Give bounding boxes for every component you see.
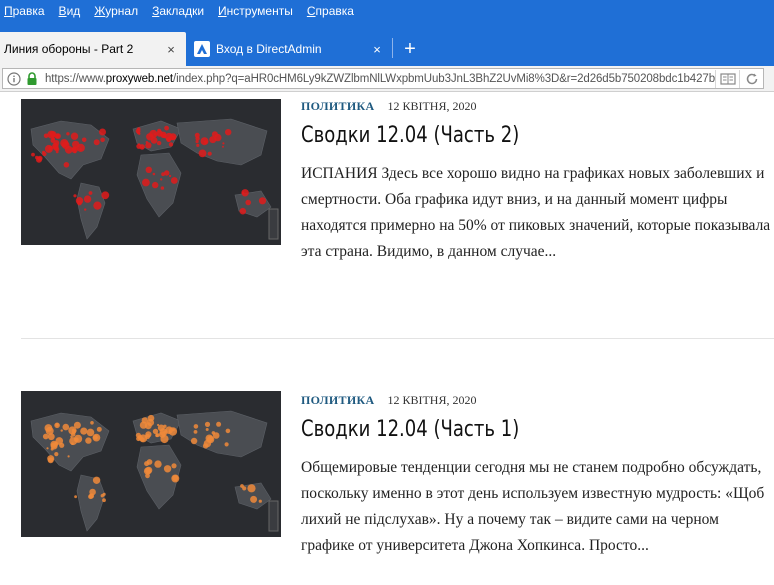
tab-separator bbox=[392, 38, 393, 58]
article-thumbnail-map[interactable] bbox=[21, 99, 281, 245]
article-excerpt: Общемировые тенденции сегодня мы не стан… bbox=[301, 459, 765, 554]
article-divider bbox=[21, 338, 774, 339]
menu-edit[interactable]: Правка bbox=[4, 4, 45, 18]
menu-view[interactable]: Вид bbox=[59, 4, 81, 18]
article-meta: ПОЛИТИКА 12 КВІТНЯ, 2020 bbox=[301, 393, 476, 408]
directadmin-favicon-icon bbox=[194, 41, 210, 57]
article-meta: ПОЛИТИКА 12 КВІТНЯ, 2020 bbox=[301, 99, 476, 114]
page-content: ПОЛИТИКА 12 КВІТНЯ, 2020 Сводки 12.04 (Ч… bbox=[0, 93, 774, 585]
menu-tools[interactable]: Инструменты bbox=[218, 4, 293, 18]
url-path: /index.php?q=aHR0cHM6Ly9kZWZlbmNlLWxpbmU… bbox=[173, 72, 715, 85]
article-category[interactable]: ПОЛИТИКА bbox=[301, 99, 374, 113]
menu-help[interactable]: Справка bbox=[307, 4, 354, 18]
navigation-bar: https://www.proxyweb.net/index.php?q=aHR… bbox=[0, 66, 774, 92]
tab-active[interactable]: Линия обороны - Part 2 × bbox=[0, 32, 186, 66]
article-date: 12 КВІТНЯ, 2020 bbox=[387, 393, 477, 407]
tab-title: Вход в DirectAdmin bbox=[216, 42, 322, 56]
reload-icon[interactable] bbox=[739, 69, 763, 88]
article-date: 12 КВІТНЯ, 2020 bbox=[387, 99, 477, 113]
tab-strip: Линия обороны - Part 2 × Вход в DirectAd… bbox=[0, 22, 774, 66]
article-card: ПОЛИТИКА 12 КВІТНЯ, 2020 Сводки 12.04 (Ч… bbox=[0, 93, 774, 343]
menu-bar: Правка Вид Журнал Закладки Инструменты С… bbox=[0, 0, 774, 22]
article-category[interactable]: ПОЛИТИКА bbox=[301, 393, 374, 407]
world-map-image bbox=[30, 118, 279, 240]
info-icon[interactable] bbox=[5, 70, 23, 88]
menu-history[interactable]: Журнал bbox=[94, 4, 138, 18]
url-bar[interactable]: https://www.proxyweb.net/index.php?q=aHR… bbox=[2, 68, 764, 89]
url-domain: proxyweb.net bbox=[105, 72, 173, 85]
lock-icon[interactable] bbox=[23, 70, 41, 88]
reader-view-icon[interactable] bbox=[715, 69, 739, 88]
article-thumbnail-map[interactable] bbox=[21, 391, 281, 537]
url-prefix: https://www. bbox=[45, 72, 106, 85]
close-icon[interactable]: × bbox=[368, 42, 386, 57]
article-card: ПОЛИТИКА 12 КВІТНЯ, 2020 Сводки 12.04 (Ч… bbox=[0, 383, 774, 583]
tab-title: Линия обороны - Part 2 bbox=[4, 42, 134, 56]
menu-bookmarks[interactable]: Закладки bbox=[152, 4, 204, 18]
url-text[interactable]: https://www.proxyweb.net/index.php?q=aHR… bbox=[45, 73, 715, 85]
close-icon[interactable]: × bbox=[162, 42, 180, 57]
article-title[interactable]: Сводки 12.04 (Часть 2) bbox=[301, 123, 519, 148]
article-excerpt: ИСПАНИЯ Здесь все хорошо видно на график… bbox=[301, 165, 771, 260]
new-tab-button[interactable]: + bbox=[396, 32, 424, 66]
tab-directadmin[interactable]: Вход в DirectAdmin × bbox=[188, 32, 392, 66]
world-map-image bbox=[30, 410, 279, 532]
article-title[interactable]: Сводки 12.04 (Часть 1) bbox=[301, 417, 519, 442]
